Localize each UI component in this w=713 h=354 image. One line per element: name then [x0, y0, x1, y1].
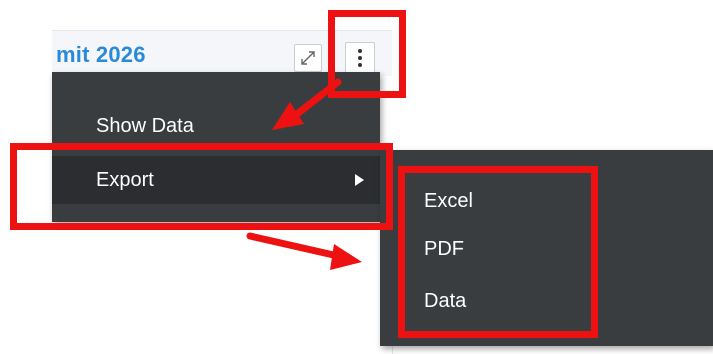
highlight-export [10, 143, 393, 230]
menu-item-label: Show Data [96, 115, 194, 137]
widget-title: mit 2026 [56, 42, 146, 67]
highlight-more-options [328, 10, 406, 98]
expand-icon [301, 51, 315, 65]
screenshot-stage: mit 2026 Show Data Export Excel PDF Data [0, 0, 713, 354]
expand-button[interactable] [294, 44, 322, 72]
highlight-export-options [398, 166, 598, 338]
